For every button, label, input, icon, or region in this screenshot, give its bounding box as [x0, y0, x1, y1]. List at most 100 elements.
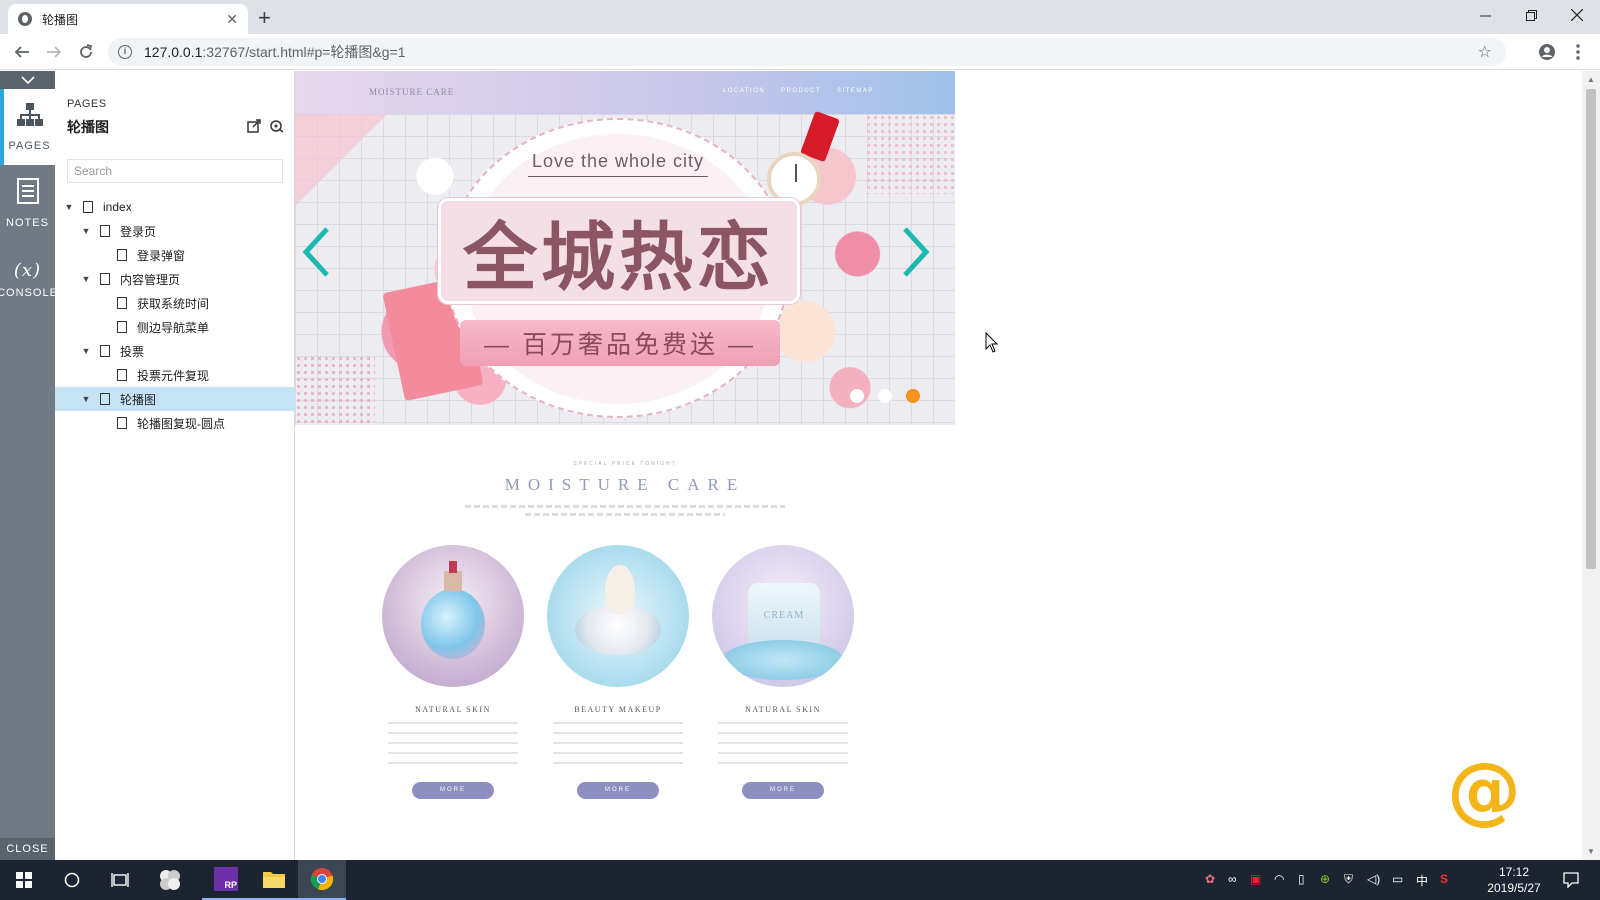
- expand-toggle-icon[interactable]: ▼: [80, 346, 92, 356]
- tray-sogou-icon[interactable]: S: [1440, 872, 1448, 886]
- page-tree-item[interactable]: ▼ 投票: [55, 339, 295, 363]
- info-icon[interactable]: i: [118, 45, 132, 59]
- menu-button[interactable]: [1566, 40, 1590, 64]
- address-bar[interactable]: i 127.0.0.1:32767/start.html#p=轮播图&g=1 ☆: [108, 38, 1506, 66]
- page-tree-item[interactable]: 登录弹窗: [55, 243, 295, 267]
- tray-usb-icon[interactable]: ▯: [1298, 872, 1305, 886]
- expand-toggle-icon[interactable]: ▼: [80, 274, 92, 284]
- task-view-button[interactable]: [96, 860, 144, 900]
- task-view-icon: [111, 873, 129, 887]
- page-tree-item[interactable]: 轮播图复现-圆点: [55, 411, 295, 435]
- restore-button[interactable]: [1508, 0, 1554, 30]
- tray-flower-icon[interactable]: ✿: [1205, 872, 1215, 886]
- page-tree-item[interactable]: ▼ 轮播图: [55, 387, 295, 411]
- scrollbar-thumb[interactable]: [1586, 89, 1596, 569]
- minimize-button[interactable]: [1462, 0, 1508, 30]
- collapse-sidebar-button[interactable]: [0, 71, 55, 89]
- taskbar-clock[interactable]: 17:12 2019/5/27: [1478, 864, 1550, 896]
- expand-toggle-icon[interactable]: ▼: [63, 202, 75, 212]
- banner-nav: MOISTURE CARE LOCATION PRODUCT SITEMAP: [295, 71, 955, 114]
- tab-close-icon[interactable]: ✕: [226, 11, 238, 28]
- product-more-button[interactable]: MORE: [412, 782, 494, 799]
- product-image-cream-jar[interactable]: CREAM: [712, 545, 854, 687]
- banner-nav-link[interactable]: PRODUCT: [781, 88, 821, 94]
- section-kicker: SPECIAL PRICE TONIGHT: [573, 461, 677, 467]
- folder-icon: [263, 872, 285, 888]
- taskbar-app-pinwheel[interactable]: [146, 860, 194, 900]
- page-icon: [117, 249, 127, 261]
- carousel-dots: [850, 389, 920, 403]
- page-search-input[interactable]: [67, 159, 283, 183]
- page-tree-label: 投票: [120, 344, 145, 359]
- close-window-button[interactable]: [1554, 0, 1600, 30]
- product-card: NATURAL SKIN MORE: [368, 545, 538, 799]
- expand-toggle-icon[interactable]: ▼: [80, 394, 92, 404]
- page-tree-item[interactable]: 侧边导航菜单: [55, 315, 295, 339]
- profile-button[interactable]: [1535, 40, 1559, 64]
- page-tree-label: 轮播图: [120, 392, 157, 407]
- axure-rp-icon: RP: [214, 867, 238, 891]
- locate-page-icon[interactable]: [270, 119, 284, 136]
- carousel-dot-3[interactable]: [906, 389, 920, 403]
- page-icon: [100, 345, 110, 357]
- page-tree-label: 获取系统时间: [137, 296, 210, 311]
- sitemap-icon: [16, 102, 43, 134]
- product-more-button[interactable]: MORE: [577, 782, 659, 799]
- carousel-prev-button[interactable]: [301, 227, 331, 277]
- taskbar-app-chrome[interactable]: [298, 860, 346, 900]
- tray-ime-indicator[interactable]: 中: [1416, 872, 1428, 889]
- page-tree-item[interactable]: ▼ index: [55, 195, 295, 219]
- taskbar-app-explorer[interactable]: [250, 860, 298, 900]
- scroll-down-icon[interactable]: ▼: [1587, 847, 1595, 856]
- product-image-cream-splash[interactable]: [547, 545, 689, 687]
- bookmark-star-icon[interactable]: ☆: [1478, 42, 1492, 62]
- sidebar-item-pages[interactable]: PAGES: [0, 89, 55, 165]
- chevron-down-icon: [20, 76, 35, 84]
- carousel-dot-2[interactable]: [878, 389, 892, 403]
- search-button[interactable]: [48, 860, 96, 900]
- forward-button[interactable]: [42, 40, 66, 64]
- tray-app-icon[interactable]: ▣: [1250, 872, 1261, 886]
- page-tree-label: index: [103, 200, 132, 214]
- reload-button[interactable]: [74, 40, 98, 64]
- banner-ribbon: — 百万奢品免费送 —: [460, 320, 780, 366]
- page-scrollbar[interactable]: ▲ ▼: [1582, 71, 1600, 860]
- start-button[interactable]: [0, 860, 48, 900]
- page-tree: ▼ index ▼ 登录页 登录弹窗 ▼ 内容管理页获取系统时间侧边导航菜单 ▼ 投票投票元件复…: [55, 195, 295, 435]
- open-external-icon[interactable]: [247, 119, 261, 136]
- page-tree-item[interactable]: ▼ 登录页: [55, 219, 295, 243]
- page-icon: [117, 369, 127, 381]
- tray-battery-icon[interactable]: ▭: [1392, 872, 1403, 886]
- sidebar-pages-label: PAGES: [8, 139, 51, 152]
- banner-nav-link[interactable]: LOCATION: [723, 88, 765, 94]
- page-tree-item[interactable]: 投票元件复现: [55, 363, 295, 387]
- arrow-left-icon: [14, 46, 29, 58]
- carousel-dot-1[interactable]: [850, 389, 864, 403]
- action-center-button[interactable]: [1556, 860, 1586, 900]
- tray-link-icon[interactable]: ∞: [1228, 872, 1237, 886]
- close-sidebar-button[interactable]: CLOSE: [0, 838, 55, 860]
- close-icon: [1571, 9, 1583, 21]
- globe-icon: [18, 12, 32, 26]
- banner-nav-link[interactable]: SITEMAP: [837, 88, 874, 94]
- page-tree-label: 投票元件复现: [137, 368, 210, 383]
- sidebar-item-console[interactable]: (x) CONSOLE: [0, 241, 57, 317]
- product-more-button[interactable]: MORE: [742, 782, 824, 799]
- browser-tab[interactable]: 轮播图 ✕: [8, 4, 248, 34]
- tray-plus-icon[interactable]: ⊕: [1320, 872, 1330, 886]
- page-tree-item[interactable]: ▼ 内容管理页: [55, 267, 295, 291]
- taskbar-app-axure[interactable]: RP: [202, 860, 250, 900]
- page-icon: [100, 393, 110, 405]
- product-image-perfume[interactable]: [382, 545, 524, 687]
- back-button[interactable]: [10, 40, 34, 64]
- scroll-up-icon[interactable]: ▲: [1587, 75, 1595, 84]
- new-tab-button[interactable]: +: [258, 5, 271, 31]
- sidebar-item-notes[interactable]: NOTES: [0, 165, 55, 241]
- tray-shield-icon[interactable]: ⛨: [1344, 872, 1353, 887]
- banner-subtitle: — 百万奢品免费送 —: [484, 331, 756, 359]
- expand-toggle-icon[interactable]: ▼: [80, 226, 92, 236]
- tray-volume-icon[interactable]: ◁): [1367, 872, 1380, 886]
- page-tree-item[interactable]: 获取系统时间: [55, 291, 295, 315]
- carousel-next-button[interactable]: [901, 227, 931, 277]
- tray-wifi-icon[interactable]: ◠: [1274, 872, 1284, 886]
